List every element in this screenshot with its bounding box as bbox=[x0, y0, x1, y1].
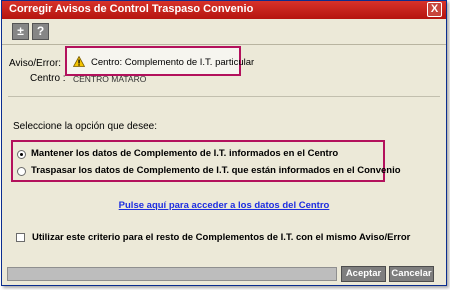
status-bar bbox=[7, 267, 337, 281]
centro-label: Centro : bbox=[30, 73, 66, 84]
close-button[interactable]: X bbox=[427, 2, 442, 17]
toolbar: ± ? bbox=[2, 20, 446, 45]
apply-criteria-checkbox[interactable] bbox=[16, 233, 25, 242]
apply-criteria-label: Utilizar este criterio para el resto de … bbox=[32, 232, 411, 243]
option-traspasar-label: Traspasar los datos de Complemento de I.… bbox=[31, 165, 401, 176]
radio-traspasar[interactable] bbox=[17, 167, 26, 176]
options-prompt: Seleccione la opción que desee: bbox=[13, 121, 157, 132]
options-group: Mantener los datos de Complemento de I.T… bbox=[11, 140, 401, 182]
title-bar[interactable]: Corregir Avisos de Control Traspaso Conv… bbox=[2, 1, 446, 19]
aviso-value-box: Centro: Complemento de I.T. particular bbox=[65, 46, 254, 76]
help-button[interactable]: ? bbox=[32, 23, 49, 40]
centro-value: CENTRO MATARO bbox=[73, 74, 147, 84]
centro-data-link[interactable]: Pulse aquí para acceder a los datos del … bbox=[2, 200, 446, 211]
radio-mantener[interactable] bbox=[17, 150, 26, 159]
plus-minus-button[interactable]: ± bbox=[12, 23, 29, 40]
aviso-label: Aviso/Error: bbox=[9, 58, 62, 69]
divider bbox=[8, 96, 440, 97]
dialog-window: Corregir Avisos de Control Traspaso Conv… bbox=[1, 0, 447, 286]
window-title: Corregir Avisos de Control Traspaso Conv… bbox=[9, 3, 254, 15]
cancel-button[interactable]: Cancelar bbox=[389, 266, 434, 282]
option-mantener-label: Mantener los datos de Complemento de I.T… bbox=[31, 148, 339, 159]
accept-button[interactable]: Aceptar bbox=[341, 266, 386, 282]
warning-icon bbox=[73, 56, 85, 67]
aviso-value: Centro: Complemento de I.T. particular bbox=[91, 57, 255, 68]
